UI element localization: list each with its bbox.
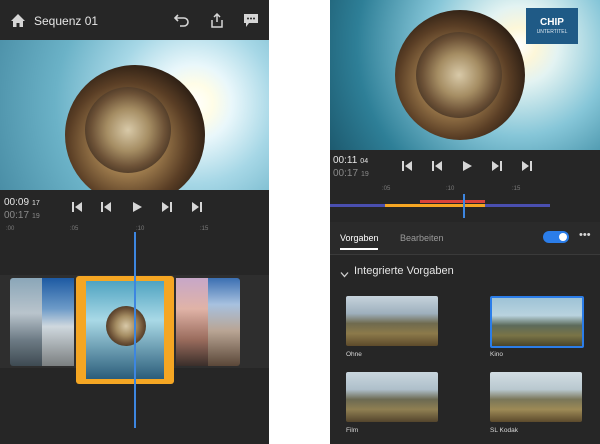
landscape-image xyxy=(346,296,438,346)
selected-clip-thumbnail xyxy=(86,281,164,379)
preset-thumbnail-sl-kodak[interactable] xyxy=(490,372,582,422)
mini-timeline[interactable]: :05 :10 :15 xyxy=(330,182,600,222)
tab-bar: Vorgaben Bearbeiten ••• xyxy=(330,222,600,254)
total-time-value: 00:17 xyxy=(4,210,30,221)
ruler-label: :00 xyxy=(6,226,15,232)
ruler-label: :05 xyxy=(70,226,79,232)
current-time-frames: 17 xyxy=(32,200,40,207)
section-title: Integrierte Vorgaben xyxy=(354,265,454,277)
video-clip[interactable] xyxy=(176,278,208,366)
current-timecode: 00:11 04 xyxy=(333,155,368,166)
video-viewer[interactable] xyxy=(0,40,269,190)
playhead[interactable] xyxy=(134,232,136,428)
playhead[interactable] xyxy=(463,194,465,218)
preset-thumbnail-ohne[interactable] xyxy=(346,296,438,346)
skip-start-icon[interactable] xyxy=(400,159,414,173)
step-back-icon[interactable] xyxy=(99,200,113,214)
step-forward-icon[interactable] xyxy=(490,159,504,173)
play-icon[interactable] xyxy=(460,159,474,173)
tab-bearbeiten[interactable]: Bearbeiten xyxy=(400,233,444,243)
preset-thumbnail-kino[interactable] xyxy=(490,296,584,348)
selected-video-clip[interactable] xyxy=(76,276,174,384)
active-tab-indicator xyxy=(340,248,378,250)
divider xyxy=(330,254,600,255)
preset-label: Ohne xyxy=(346,351,362,358)
more-options-icon[interactable]: ••• xyxy=(579,229,591,241)
sequence-title: Sequenz 01 xyxy=(34,14,99,28)
tab-vorgaben[interactable]: Vorgaben xyxy=(340,233,379,243)
step-forward-icon[interactable] xyxy=(160,200,174,214)
ruler-label: :15 xyxy=(200,226,209,232)
video-clip[interactable] xyxy=(208,278,240,366)
ruler-label: :10 xyxy=(136,226,145,232)
skip-end-icon[interactable] xyxy=(520,159,534,173)
watermark-brand: CHIP xyxy=(540,17,564,28)
preset-label: SL Kodak xyxy=(490,427,518,434)
total-time-value: 00:17 xyxy=(333,168,359,179)
comment-icon[interactable] xyxy=(241,10,261,30)
current-time-value: 00:09 xyxy=(4,197,30,208)
play-icon[interactable] xyxy=(130,200,144,214)
video-clip[interactable] xyxy=(10,278,42,366)
track-segment-orange xyxy=(385,204,485,207)
preset-label: Kino xyxy=(490,351,504,358)
track-segment-red xyxy=(420,200,485,203)
tiny-planet-thumbnail xyxy=(106,306,146,346)
current-time-frames: 04 xyxy=(360,158,369,165)
total-timecode: 00:17 19 xyxy=(4,210,40,221)
ruler-label: :10 xyxy=(446,186,455,192)
ruler-label: :15 xyxy=(512,186,521,192)
preset-label: Film xyxy=(346,427,359,434)
current-time-value: 00:11 xyxy=(333,155,358,166)
share-icon[interactable] xyxy=(207,10,227,30)
tiny-planet-plaza xyxy=(416,32,502,118)
presets-toggle[interactable] xyxy=(543,231,569,243)
landscape-image xyxy=(346,372,438,422)
landscape-image xyxy=(492,298,582,346)
total-timecode: 00:17 19 xyxy=(333,168,369,179)
current-timecode: 00:09 17 xyxy=(4,197,40,208)
skip-start-icon[interactable] xyxy=(70,200,84,214)
ruler-label: :05 xyxy=(382,186,391,192)
right-presets-panel: CHIP UNTERTITEL 00:11 04 00:17 19 :05 :10 … xyxy=(330,0,600,444)
total-time-frames: 19 xyxy=(361,171,369,178)
video-clip[interactable] xyxy=(42,278,74,366)
home-icon[interactable] xyxy=(8,10,28,30)
preset-thumbnail-film[interactable] xyxy=(346,372,438,422)
tiny-planet-plaza xyxy=(85,87,171,173)
landscape-image xyxy=(490,372,582,422)
chip-watermark: CHIP UNTERTITEL xyxy=(526,8,578,44)
watermark-sub: UNTERTITEL xyxy=(536,29,568,35)
chevron-down-icon[interactable] xyxy=(340,266,349,284)
undo-icon[interactable] xyxy=(172,10,192,30)
left-editor-panel: Sequenz 01 00:09 17 00:17 19:00:05:10… xyxy=(0,0,269,444)
top-bar: Sequenz 01 xyxy=(0,0,269,40)
step-back-icon[interactable] xyxy=(430,159,444,173)
skip-end-icon[interactable] xyxy=(190,200,204,214)
total-time-frames: 19 xyxy=(32,213,40,220)
video-viewer[interactable]: CHIP UNTERTITEL xyxy=(330,0,600,150)
